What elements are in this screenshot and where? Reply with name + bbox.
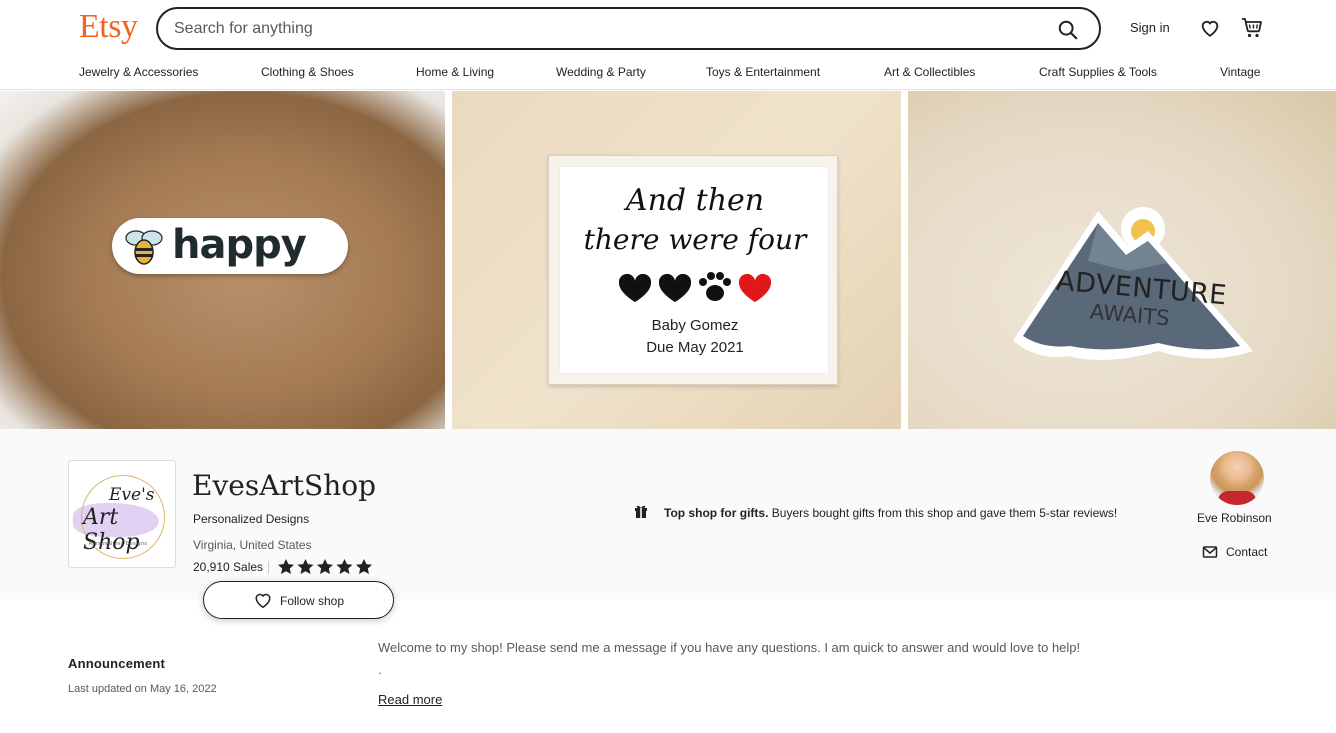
star-rating[interactable] xyxy=(277,558,373,576)
category-vintage[interactable]: Vintage xyxy=(1220,65,1260,79)
category-clothing-shoes[interactable]: Clothing & Shoes xyxy=(261,65,354,79)
frame-line-1: And then xyxy=(625,183,765,218)
shop-logo-line-2: Art Shop xyxy=(83,505,140,555)
top-shop-badge: Top shop for gifts. Buyers bought gifts … xyxy=(664,506,1117,520)
star-icon xyxy=(336,559,353,574)
contact-button[interactable]: Contact xyxy=(1202,545,1267,559)
search-bar[interactable] xyxy=(156,7,1101,50)
shop-logo-line-1: Eve's xyxy=(109,485,155,505)
happy-sticker-text: happy xyxy=(172,222,307,268)
announcement-title: Announcement xyxy=(68,656,166,671)
mail-icon xyxy=(1202,546,1218,558)
follow-shop-label: Follow shop xyxy=(280,594,345,608)
category-toys-entertainment[interactable]: Toys & Entertainment xyxy=(706,65,820,79)
frame-line-2: there were four xyxy=(583,223,807,256)
cart-icon[interactable] xyxy=(1240,16,1264,40)
contact-label: Contact xyxy=(1226,545,1268,559)
banner-image-happy-sticker: happy xyxy=(0,91,445,429)
category-nav: Jewelry & Accessories Clothing & Shoes H… xyxy=(0,56,1336,90)
category-art-collectibles[interactable]: Art & Collectibles xyxy=(884,65,975,79)
shop-banner: happy And then there were four Baby Gome… xyxy=(0,91,1336,429)
sales-divider xyxy=(268,561,269,574)
etsy-logo[interactable]: Etsy xyxy=(79,8,138,46)
banner-image-adventure-sticker: ADVENTURE AWAITS xyxy=(908,91,1336,429)
owner-name[interactable]: Eve Robinson xyxy=(1197,511,1272,525)
sign-in-link[interactable]: Sign in xyxy=(1130,20,1170,35)
picture-frame: And then there were four Baby Gomez Due … xyxy=(548,155,838,385)
shop-location: Virginia, United States xyxy=(193,538,312,552)
top-header: Etsy Sign in xyxy=(0,0,1336,56)
frame-line-3: Baby Gomez xyxy=(651,317,739,334)
star-icon xyxy=(278,559,294,574)
shop-logo-line-3: Personalized Designs xyxy=(89,541,148,547)
star-icon xyxy=(356,559,372,574)
owner-avatar[interactable] xyxy=(1210,451,1264,505)
shop-tagline: Personalized Designs xyxy=(193,512,310,526)
announcement-text: Welcome to my shop! Please send me a mes… xyxy=(378,640,1081,655)
follow-shop-button[interactable]: Follow shop xyxy=(203,581,394,619)
heart-icon[interactable] xyxy=(1199,17,1221,39)
category-wedding-party[interactable]: Wedding & Party xyxy=(556,65,646,79)
category-craft-supplies-tools[interactable]: Craft Supplies & Tools xyxy=(1039,65,1157,79)
shop-name: EvesArtShop xyxy=(192,469,377,502)
category-home-living[interactable]: Home & Living xyxy=(416,65,494,79)
bee-icon xyxy=(125,230,163,265)
star-icon xyxy=(297,559,314,574)
category-jewelry-accessories[interactable]: Jewelry & Accessories xyxy=(79,65,198,79)
frame-line-4: Due May 2021 xyxy=(646,339,744,356)
search-icon[interactable] xyxy=(1057,19,1079,41)
announcement-date: Last updated on May 16, 2022 xyxy=(68,683,217,695)
happy-sticker: happy xyxy=(112,218,348,274)
search-input[interactable] xyxy=(174,18,1034,40)
heart-icon xyxy=(255,593,271,609)
hearts-paw-icon xyxy=(618,272,772,302)
top-shop-badge-text: Buyers bought gifts from this shop and g… xyxy=(768,506,1118,520)
announcement-extra: . xyxy=(378,662,382,677)
banner-image-pregnancy-announcement: And then there were four Baby Gomez Due … xyxy=(452,91,901,429)
read-more-link[interactable]: Read more xyxy=(378,692,442,707)
shop-sales-count[interactable]: 20,910 Sales xyxy=(193,560,263,574)
shop-info-section: Eve's Art Shop Personalized Designs Eves… xyxy=(0,429,1336,599)
shop-logo[interactable]: Eve's Art Shop Personalized Designs xyxy=(68,460,176,568)
star-icon xyxy=(317,559,333,574)
gift-icon xyxy=(635,505,647,518)
top-shop-badge-title: Top shop for gifts. xyxy=(664,506,769,520)
